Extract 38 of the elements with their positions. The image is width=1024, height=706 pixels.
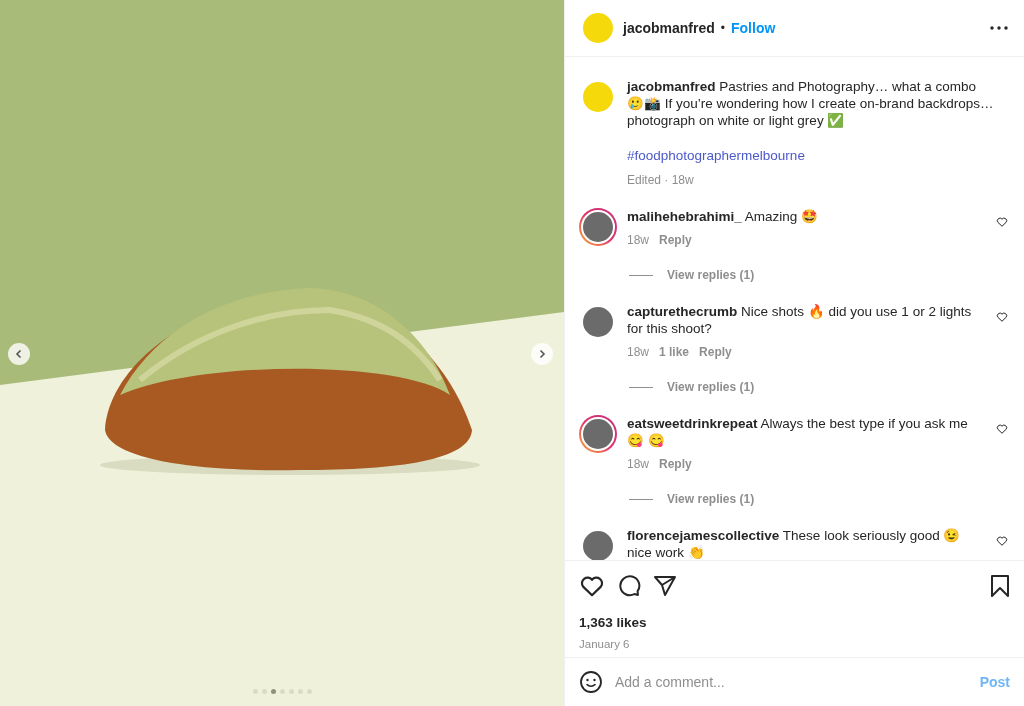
like-comment-icon[interactable]	[996, 216, 1008, 229]
caption-meta: Edited · 18w	[627, 172, 695, 190]
comment-time: 18w	[627, 232, 649, 250]
send-icon[interactable]	[653, 574, 677, 598]
follow-button[interactable]: Follow	[731, 17, 776, 39]
likes-count-link[interactable]: 1 like	[659, 343, 690, 362]
story-ring[interactable]	[579, 208, 617, 247]
post-date: January 6	[579, 637, 631, 653]
reply-button[interactable]: Reply	[659, 455, 692, 474]
comment-time: 18w	[627, 456, 649, 474]
username[interactable]: jacobmanfred	[623, 17, 715, 39]
comment-text: florencejamescollective These look seriously good 😉 nice work 👏	[627, 527, 962, 560]
comment-icon[interactable]	[617, 574, 641, 598]
story-ring[interactable]	[579, 415, 617, 454]
reply-button[interactable]: Reply	[699, 343, 732, 362]
chevron-right-icon	[537, 349, 547, 359]
avatar	[581, 417, 615, 452]
emoji-icon[interactable]	[579, 670, 603, 694]
chevron-left-icon	[14, 349, 24, 359]
comment-text: malihehebrahimi_ Amazing 🤩	[627, 208, 820, 226]
caption-text: jacobmanfred Pastries and Photography… what a combo 🥲📸 If you’re wondering how I create on-brand backdrops… photograph on white or light grey ✅	[627, 78, 995, 129]
like-comment-icon[interactable]	[996, 423, 1008, 436]
view-replies-button[interactable]: View replies (1)	[667, 490, 755, 509]
like-comment-icon[interactable]	[996, 535, 1008, 548]
hashtag-link[interactable]: #foodphotographermelbourne	[627, 146, 996, 167]
likes-count: 1,363 likes	[579, 614, 648, 632]
separator-dot: •	[720, 20, 725, 37]
view-replies-button[interactable]: View replies (1)	[667, 378, 755, 397]
comment-text: eatsweetdrinkrepeat Always the best type if you ask me 😋 😋	[627, 415, 969, 450]
comment-time: 18w	[627, 344, 649, 362]
like-comment-icon[interactable]	[996, 311, 1008, 324]
view-replies-button[interactable]: View replies (1)	[667, 266, 755, 285]
more-options-icon[interactable]	[990, 26, 1008, 30]
reply-button[interactable]: Reply	[659, 231, 692, 250]
avatar	[581, 529, 615, 560]
bookmark-icon[interactable]	[990, 575, 1010, 597]
comment-text: capturethecrumb Nice shots 🔥 did you use 1 or 2 lights for this shoot?	[627, 303, 973, 338]
avatar	[581, 210, 615, 245]
